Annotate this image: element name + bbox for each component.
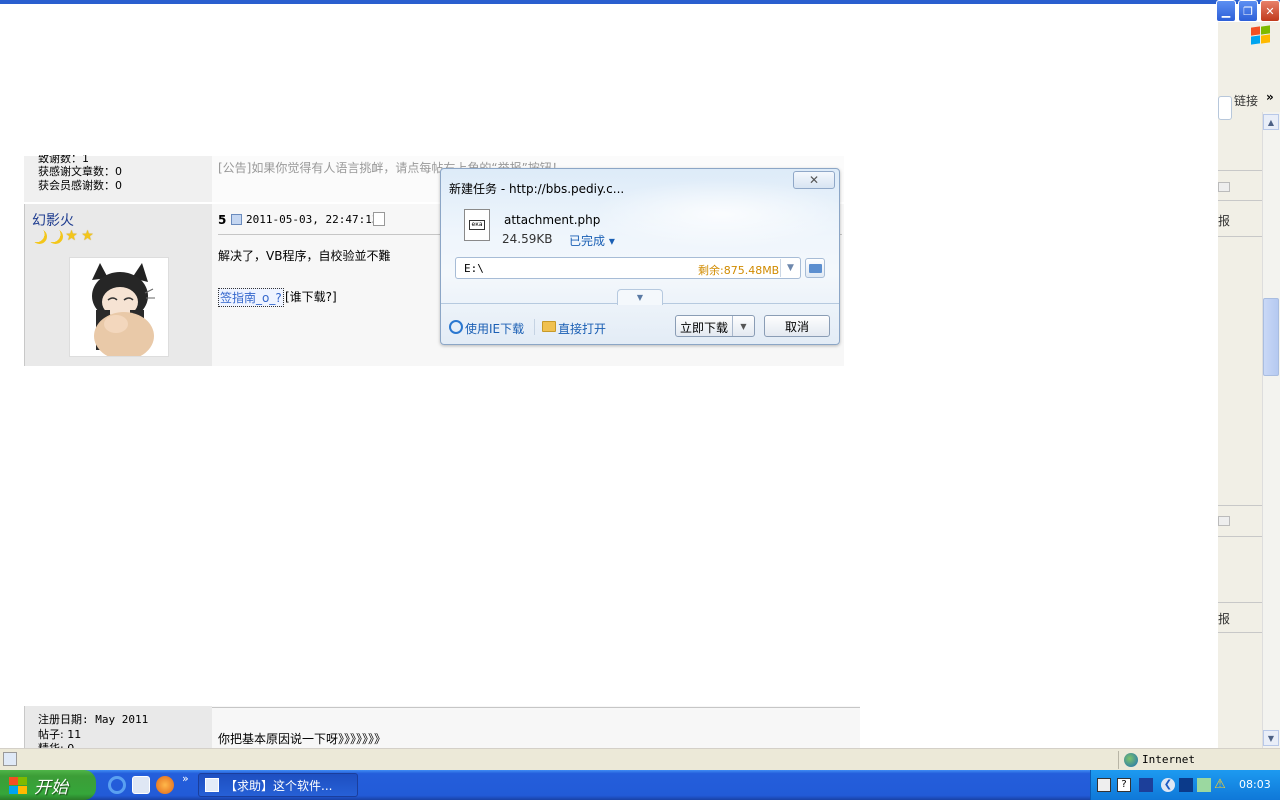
link-separator — [534, 319, 535, 335]
antivirus-icon[interactable] — [1197, 778, 1211, 792]
scroll-down-icon[interactable]: ▼ — [1263, 730, 1279, 746]
quote-icon[interactable] — [1218, 516, 1230, 526]
show-desktop-icon[interactable] — [132, 776, 150, 794]
folder-open-icon — [542, 321, 556, 332]
system-tray: ? ❮ ⚠ 08:03 — [1090, 770, 1280, 800]
links-label[interactable]: 链接 — [1234, 92, 1258, 109]
file-icon-label: ека — [469, 220, 485, 230]
post-icon — [231, 214, 242, 225]
divider — [1218, 236, 1262, 237]
warning-icon[interactable]: ⚠ — [1213, 778, 1227, 792]
browser-status-bar: Internet — [0, 748, 1280, 770]
registration-date: 注册日期: May 2011 — [38, 713, 149, 726]
window-top-border — [0, 0, 1280, 4]
download-count-link[interactable]: [谁下载?] — [285, 288, 337, 305]
save-path-field[interactable]: E:\ 剩余:875.48MB ▼ — [455, 257, 801, 279]
post-body: 解决了，VB程序，自校验並不難 — [218, 249, 391, 263]
security-zone: Internet — [1142, 753, 1195, 766]
open-directly-link[interactable]: 直接打开 — [558, 320, 606, 337]
divider — [1218, 505, 1262, 506]
post-username[interactable]: 幻影火 — [32, 210, 74, 230]
maximize-button[interactable]: ❐ — [1238, 0, 1258, 22]
expand-options-button[interactable]: ▼ — [617, 289, 663, 305]
moon-icon — [32, 229, 47, 244]
page-background — [24, 140, 424, 155]
keyboard-icon[interactable] — [1097, 778, 1111, 792]
user-avatar[interactable] — [69, 257, 169, 357]
clock[interactable]: 08:03 — [1239, 778, 1271, 791]
dialog-glow — [591, 179, 839, 249]
star-icon: ★ — [81, 228, 94, 244]
report-button[interactable]: 报 — [1218, 212, 1230, 229]
member-thanks-count: 获会员感谢数：0 — [38, 179, 122, 192]
windows-flag-icon — [8, 776, 28, 794]
download-options-dropdown-icon[interactable]: ▼ — [732, 316, 754, 336]
windows-logo-icon — [1250, 25, 1272, 46]
ie-quicklaunch-icon[interactable] — [108, 776, 126, 794]
save-path-value: E:\ — [464, 262, 484, 275]
permalink-icon[interactable] — [373, 212, 385, 226]
ie-window-icon — [205, 778, 219, 792]
computer-icon[interactable] — [1179, 778, 1193, 792]
free-space-label: 剩余:875.48MB — [698, 264, 780, 277]
browse-folder-button[interactable] — [805, 258, 825, 278]
ie-icon — [449, 320, 463, 334]
globe-icon — [1124, 753, 1138, 767]
start-button[interactable]: 开始 — [0, 770, 96, 800]
divider — [1218, 536, 1262, 537]
divider — [1218, 200, 1262, 201]
divider — [1218, 602, 1262, 603]
report-button[interactable]: 报 — [1218, 610, 1230, 627]
star-icon: ★ — [65, 228, 78, 244]
window-controls: ▁ ❐ ✕ — [1216, 0, 1280, 24]
dialog-title: 新建任务 - http://bbs.pediy.c... — [449, 182, 625, 196]
minimize-button[interactable]: ▁ — [1216, 0, 1236, 22]
file-size: 24.59KB — [502, 232, 553, 246]
page-status-icon — [3, 752, 17, 766]
taskbar: 开始 » 【求助】这个软件... ? ❮ ⚠ 08:03 — [0, 770, 1280, 800]
divider — [1218, 632, 1262, 633]
quote-icon[interactable] — [1218, 182, 1230, 192]
scrollbar-thumb[interactable] — [1263, 298, 1279, 376]
path-dropdown-icon[interactable]: ▼ — [780, 259, 800, 277]
status-divider — [1118, 751, 1119, 769]
start-label: 开始 — [34, 777, 68, 798]
file-name: attachment.php — [504, 213, 601, 227]
cancel-button[interactable]: 取消 — [764, 315, 830, 337]
folder-icon — [809, 264, 822, 273]
tray-expand-icon[interactable]: ❮ — [1161, 778, 1175, 792]
help-icon[interactable]: ? — [1117, 778, 1131, 792]
vertical-scrollbar[interactable] — [1262, 112, 1280, 748]
use-ie-download-link[interactable]: 使用IE下载 — [465, 320, 524, 337]
close-button[interactable]: ✕ — [1260, 0, 1280, 22]
taskbar-window-label: 【求助】这个软件... — [225, 778, 333, 793]
network-icon[interactable] — [1139, 778, 1153, 792]
taskbar-window-button[interactable]: 【求助】这个软件... — [198, 773, 358, 797]
attachment-link[interactable]: 签指南_o_? — [218, 288, 284, 307]
address-bar-edge — [1218, 96, 1232, 120]
post-divider — [212, 707, 860, 708]
dialog-close-button[interactable]: ✕ — [793, 171, 835, 189]
download-dialog: 新建任务 - http://bbs.pediy.c... ✕ ека attac… — [440, 168, 840, 345]
next-post-body: 你把基本原因说一下呀》》》》》》》 — [218, 732, 387, 746]
download-now-label: 立即下载 — [680, 321, 729, 335]
user-rank-icons: ★ ★ — [32, 229, 95, 244]
scroll-up-icon[interactable]: ▲ — [1263, 114, 1279, 130]
post-number: 5 — [218, 213, 227, 227]
firefox-icon[interactable] — [156, 776, 174, 794]
quicklaunch-more-icon[interactable]: » — [182, 772, 189, 785]
links-chevron-icon[interactable]: » — [1266, 90, 1274, 104]
file-icon: ека — [464, 209, 490, 241]
download-now-button[interactable]: 立即下载 ▼ — [675, 315, 755, 337]
moon-icon — [48, 229, 63, 244]
download-status[interactable]: 已完成 ▾ — [569, 232, 615, 249]
divider — [1218, 170, 1262, 171]
post-date: 2011-05-03, 22:47:13 — [246, 213, 379, 226]
